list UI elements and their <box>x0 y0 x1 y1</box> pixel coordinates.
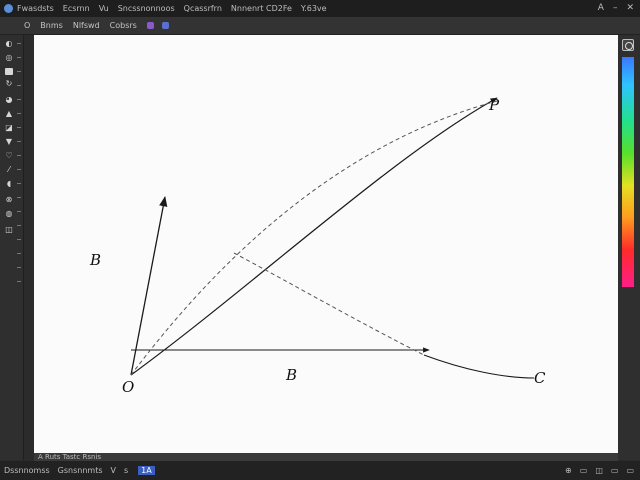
option-mode[interactable]: O <box>24 21 30 30</box>
menu-file[interactable]: Fwasdsts <box>17 4 54 13</box>
status-extra[interactable]: s <box>124 466 128 475</box>
label-p: P <box>488 96 500 114</box>
hand-tool-icon[interactable]: ◫ <box>4 225 14 235</box>
color-spectrum-strip[interactable] <box>622 57 634 287</box>
label-c: C <box>534 369 546 387</box>
screen-mode-icon[interactable]: ▭ <box>580 466 588 475</box>
eraser-tool-icon[interactable]: ◪ <box>4 123 14 133</box>
status-document[interactable]: Dssnnomss <box>4 466 50 475</box>
right-panel <box>618 35 640 460</box>
drawing-canvas[interactable]: O B B C P <box>34 35 618 453</box>
pen-tool-icon[interactable]: ⁄ <box>4 165 14 175</box>
vector-diagram: O B B C P <box>89 96 546 396</box>
status-bar: Dssnnomss Gsnsnnmts V s 1A ⊕ ▭ ◫ ▭ ▭ <box>0 461 640 480</box>
window-controls: A – ✕ <box>598 3 634 13</box>
status-mode[interactable]: V <box>111 466 116 475</box>
solid-curve-op <box>130 97 498 376</box>
share-icon[interactable]: A <box>598 3 604 13</box>
status-right-icons: ⊕ ▭ ◫ ▭ ▭ <box>565 466 634 475</box>
navigator-icon[interactable]: ⊕ <box>565 466 572 475</box>
label-b-bottom: B <box>285 366 297 384</box>
toolbox: ◐ ◎ ↻ ◕ ▲ ◪ ▼ ♡ ⁄ ◖ ⊗ ◍ ◫ <box>0 35 24 460</box>
dashed-curve-op <box>130 100 498 376</box>
title-bar: Fwasdsts Ecsrnn Vu Sncssnonnoos Qcassrfr… <box>0 0 640 17</box>
grid-toggle-icon[interactable]: ▭ <box>611 466 619 475</box>
tool-options-bar: O Bnms Nlfswd Cobsrs <box>0 17 640 35</box>
close-icon[interactable]: ✕ <box>626 3 634 13</box>
minimize-icon[interactable]: – <box>613 3 618 13</box>
option-brush[interactable]: Bnms <box>40 21 63 30</box>
label-b-left: B <box>89 251 101 269</box>
panel-toggle-icon[interactable]: ◫ <box>595 466 603 475</box>
layer-info-bar: A Ruts Tastc Rsnis <box>34 453 618 461</box>
eyedropper-icon[interactable]: ◕ <box>4 95 14 105</box>
menu-image[interactable]: Sncssnonnoos <box>118 4 175 13</box>
dashed-cross-line <box>233 252 425 356</box>
menu-view[interactable]: Vu <box>99 4 109 13</box>
toolbox-tick-column <box>16 35 22 460</box>
zoom-level-badge[interactable]: 1A <box>138 466 155 475</box>
text-tool-icon[interactable]: ⊗ <box>4 195 14 205</box>
rect-select-icon[interactable] <box>5 68 13 75</box>
menu-help[interactable]: Y.63ve <box>301 4 327 13</box>
option-size[interactable]: Nlfswd <box>73 21 100 30</box>
crop-tool-icon[interactable]: ↻ <box>4 79 14 89</box>
fullscreen-icon[interactable]: ▭ <box>626 466 634 475</box>
brush-tool-icon[interactable]: ▲ <box>4 109 14 119</box>
move-tool-icon[interactable]: ◐ <box>4 39 14 49</box>
smudge-tool-icon[interactable]: ◖ <box>4 179 14 189</box>
menu-window[interactable]: Nnnenrt CD2Fe <box>231 4 292 13</box>
stamp-tool-icon[interactable]: ▼ <box>4 137 14 147</box>
menu-layer[interactable]: Qcassrfrn <box>184 4 222 13</box>
status-dimensions[interactable]: Gsnsnnmts <box>58 466 103 475</box>
lasso-tool-icon[interactable]: ◎ <box>4 53 14 63</box>
gradient-tool-icon[interactable]: ♡ <box>4 151 14 161</box>
app-logo-icon[interactable] <box>4 4 13 13</box>
option-color[interactable]: Cobsrs <box>110 21 137 30</box>
shape-tool-icon[interactable]: ◍ <box>4 209 14 219</box>
menu-edit[interactable]: Ecsrnn <box>63 4 90 13</box>
curve-to-c <box>423 354 535 379</box>
color-swatch-purple-icon[interactable] <box>146 22 154 29</box>
color-picker-icon[interactable] <box>622 39 634 51</box>
vector-arrow-up <box>130 195 168 376</box>
label-origin: O <box>122 378 134 396</box>
color-swatch-blue-icon[interactable] <box>161 22 169 29</box>
